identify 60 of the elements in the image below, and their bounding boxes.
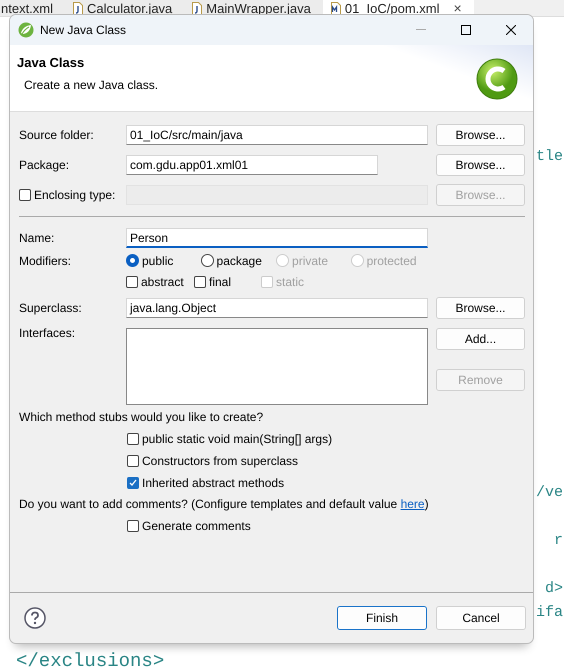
checkbox[interactable] [194, 276, 206, 288]
class-icon [475, 57, 519, 101]
code-text: ifa [536, 603, 563, 623]
maven-file-icon [330, 2, 341, 14]
browse-button[interactable]: Browse... [436, 154, 525, 176]
maximize-icon [460, 25, 470, 35]
window-title: New Java Class [40, 23, 128, 37]
java-file-icon [73, 2, 84, 14]
close-icon [506, 25, 516, 35]
stubs-question: Which method stubs would you like to create? [19, 410, 264, 424]
checkbox-label: Constructors from superclass [142, 454, 298, 468]
leaf-logo-icon [18, 22, 34, 38]
browse-button[interactable]: Browse... [436, 124, 525, 146]
checkbox-label: public static void main(String[] args) [142, 432, 332, 446]
code-text: d> [544, 579, 563, 599]
source-folder-field[interactable]: 01_IoC/src/main/java [126, 125, 428, 145]
java-file-icon [192, 2, 202, 14]
checkbox[interactable] [127, 455, 139, 467]
checkbox-label: Enclosing type: [34, 188, 116, 202]
checkbox-label: static [276, 275, 304, 289]
field-label: Source folder: [19, 128, 95, 142]
field-label: Package: [19, 158, 70, 172]
minimize-icon [416, 29, 426, 31]
checkbox-label: abstract [141, 275, 184, 289]
page-title: Java Class [17, 55, 86, 70]
superclass-field[interactable]: java.lang.Object [126, 298, 428, 318]
checkbox-label: Inherited abstract methods [142, 476, 284, 490]
here-link[interactable]: here [400, 497, 425, 511]
field-label: Interfaces: [19, 326, 76, 340]
checkbox-label: Generate comments [142, 519, 251, 533]
radio-label: package [216, 254, 262, 268]
checkbox[interactable] [127, 477, 139, 489]
code-text: </exclusions> [16, 649, 164, 671]
radio-label: protected [366, 254, 417, 268]
checkbox[interactable] [127, 433, 139, 445]
checkbox[interactable] [126, 276, 138, 288]
radio-label: private [292, 254, 328, 268]
checkbox[interactable] [127, 520, 139, 532]
code-text: tle [536, 147, 563, 167]
close-icon[interactable]: × [454, 0, 462, 16]
finish-button[interactable]: Finish [337, 606, 427, 630]
field-label: Name: [19, 231, 56, 245]
add-button[interactable]: Add... [436, 328, 525, 350]
code-text: /ve [536, 483, 563, 503]
help-icon[interactable] [24, 607, 46, 629]
editor-tab[interactable]: ntext.xml [0, 0, 66, 16]
interfaces-list[interactable] [126, 328, 428, 405]
comments-question: Do you want to add comments? (Configure templates and default value here) [19, 497, 429, 511]
code-text: r [554, 531, 563, 551]
checkbox-label: final [209, 275, 232, 289]
page-message: Create a new Java class. [23, 78, 160, 92]
name-field[interactable]: Person [126, 228, 428, 248]
package-field[interactable]: com.gdu.app01.xml01 [126, 155, 378, 175]
cancel-button[interactable]: Cancel [436, 606, 526, 630]
radio-button[interactable] [200, 254, 214, 267]
radio-button[interactable] [126, 254, 139, 267]
radio-label: public [142, 254, 174, 268]
field-label: Modifiers: [19, 254, 72, 268]
field-label: Superclass: [19, 301, 83, 315]
browse-button[interactable]: Browse... [436, 297, 525, 319]
